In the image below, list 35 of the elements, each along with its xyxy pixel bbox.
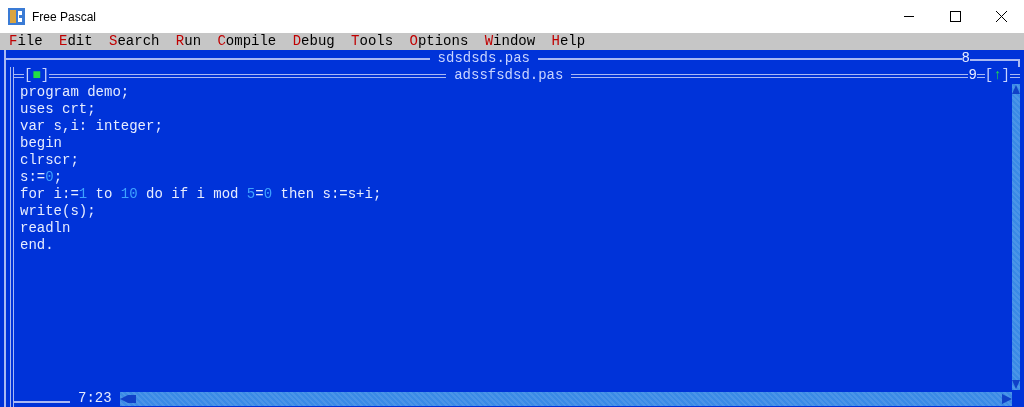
menu-item[interactable]: Debug [292,33,343,50]
vertical-scrollbar[interactable] [1012,84,1020,390]
window-number: 9 [968,67,977,84]
menu-item[interactable]: Tools [351,33,402,50]
code-line: for i:=1 to 10 do if i mod 5=0 then s:=s+i; [20,186,383,203]
scroll-left-icon[interactable] [119,393,136,404]
code-line: uses crt; [20,101,97,118]
window-title: Free Pascal [32,9,98,24]
code-line: end. [20,237,55,254]
window-number: 8 [961,50,970,67]
menu-item[interactable]: Window [484,33,544,50]
menu-item[interactable]: Options [409,33,477,50]
code-line: write(s); [20,203,97,220]
horizontal-scrollbar[interactable] [119,391,1012,406]
code-line: program demo; [20,84,131,101]
menu-item[interactable]: Edit [59,33,101,50]
scroll-up-icon[interactable] [1012,84,1020,94]
scroll-down-icon[interactable] [1012,380,1020,390]
code-line: s:=0; [20,169,64,186]
menu-item[interactable]: Compile [217,33,285,50]
cursor-position: 7:23 [77,390,113,407]
window-title: adssfsdsd.pas [453,67,565,84]
app-icon [8,8,25,25]
zoom-box[interactable]: [↑] [984,67,1010,84]
code-line: readln [20,220,72,237]
window-title[interactable]: sdsdsds.pas [429,50,538,67]
close-box[interactable]: [■] [24,67,50,84]
code-line: var s,i: integer; [20,118,164,135]
menu-item[interactable]: Help [551,33,594,50]
menu-item[interactable]: Search [109,33,168,50]
code-line: clrscr; [20,152,80,169]
scroll-right-icon[interactable] [1002,393,1012,404]
menu-item[interactable]: File [9,33,51,50]
code-line: begin [20,135,63,152]
menu-item[interactable]: Run [175,33,210,50]
